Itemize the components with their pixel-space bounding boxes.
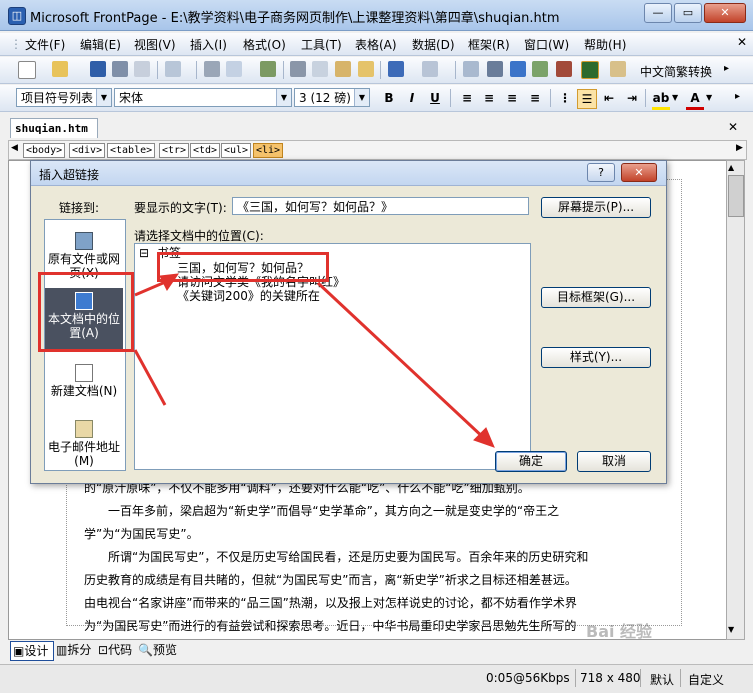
arrow-to-ok: [316, 281, 488, 442]
annotation-arrows: [133, 273, 495, 448]
arrow-down-left: [133, 349, 167, 406]
arrow-head: [159, 273, 180, 291]
